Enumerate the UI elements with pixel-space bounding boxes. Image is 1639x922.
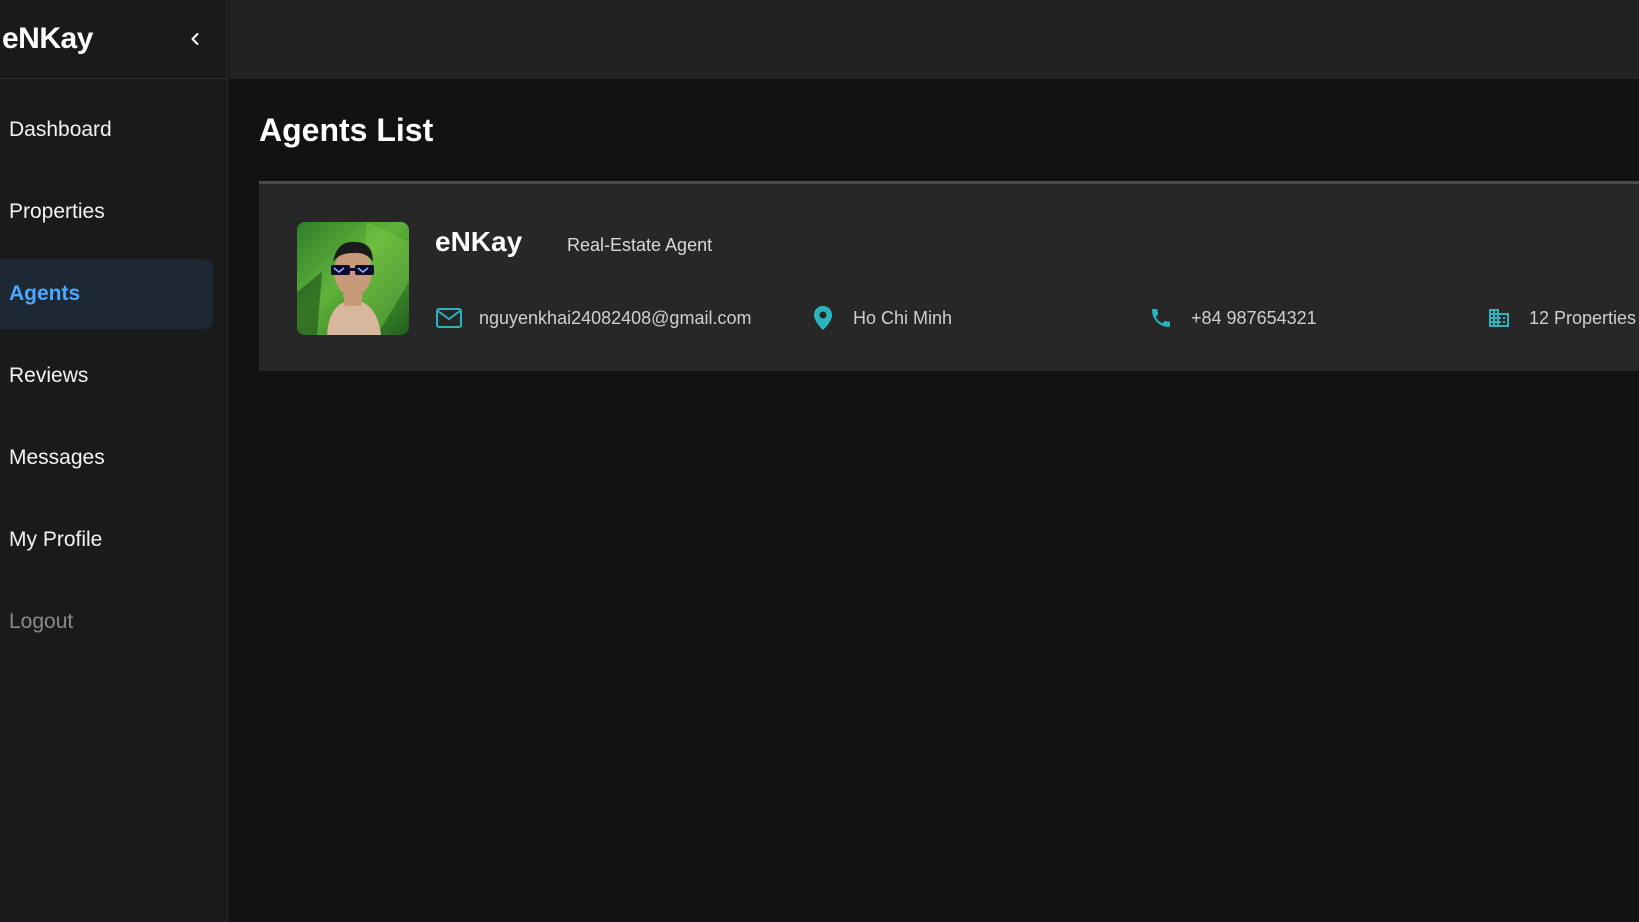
sidebar-nav: Dashboard Properties Agents Reviews Mess… — [0, 79, 227, 657]
chevron-left-icon — [191, 33, 199, 45]
sidebar-item-properties[interactable]: Properties — [0, 177, 213, 247]
sidebar-item-logout[interactable]: Logout — [0, 587, 213, 657]
building-icon — [1485, 304, 1513, 332]
app-root: eNKay Dashboard Properties Agents Review… — [0, 0, 1639, 922]
agent-photo-icon — [297, 222, 409, 335]
sidebar: eNKay Dashboard Properties Agents Review… — [0, 0, 228, 922]
agent-location: Ho Chi Minh — [809, 304, 952, 332]
phone-icon — [1147, 304, 1175, 332]
sidebar-item-my-profile[interactable]: My Profile — [0, 505, 213, 575]
agent-name[interactable]: eNKay — [435, 226, 522, 258]
agent-email-text[interactable]: nguyenkhai24082408@gmail.com — [479, 308, 751, 329]
agent-email: nguyenkhai24082408@gmail.com — [435, 304, 751, 332]
agent-phone-text[interactable]: +84 987654321 — [1191, 308, 1317, 329]
collapse-sidebar-button[interactable] — [183, 27, 207, 51]
top-bar — [229, 0, 1639, 79]
agent-properties: 12 Properties — [1485, 304, 1636, 332]
avatar[interactable] — [297, 222, 409, 335]
sidebar-item-reviews[interactable]: Reviews — [0, 341, 213, 411]
sidebar-header: eNKay — [0, 0, 227, 79]
agent-properties-text: 12 Properties — [1529, 307, 1637, 328]
agent-card[interactable]: eNKay Real-Estate Agent nguyenkhai240824… — [259, 181, 1639, 371]
page-title: Agents List — [259, 112, 434, 148]
agent-role: Real-Estate Agent — [567, 235, 713, 255]
sidebar-item-dashboard[interactable]: Dashboard — [0, 95, 213, 165]
agent-phone: +84 987654321 — [1147, 304, 1317, 332]
brand-logo[interactable]: eNKay — [2, 22, 93, 56]
location-pin-icon — [809, 304, 837, 332]
sidebar-item-messages[interactable]: Messages — [0, 423, 213, 493]
mail-icon — [435, 304, 463, 332]
main-content: Agents List eNKay Real-Estate Agent nguy… — [229, 79, 1639, 922]
sidebar-item-agents[interactable]: Agents — [0, 259, 213, 329]
agent-location-text: Ho Chi Minh — [853, 307, 953, 328]
